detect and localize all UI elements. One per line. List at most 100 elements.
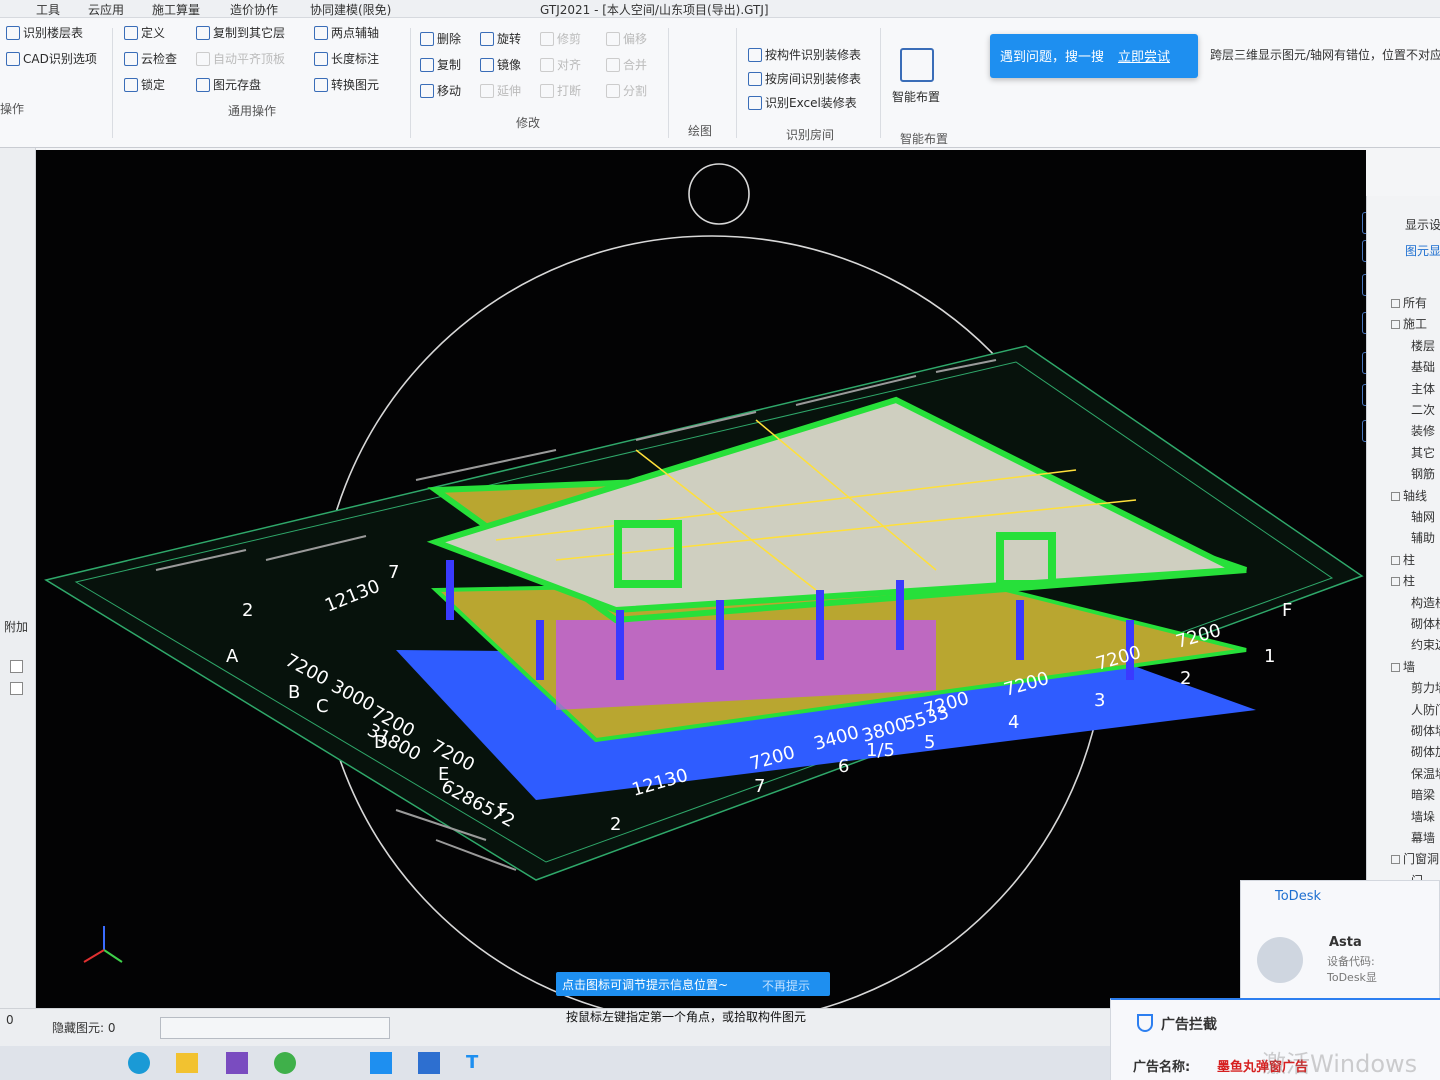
collapse-toggle-icon[interactable] xyxy=(1391,491,1400,501)
menu-bar: 工具 云应用 施工算量 造价协作 协同建模(限免) GTJ2021 - [本人空… xyxy=(0,0,1440,18)
menu-construction[interactable]: 施工算量 xyxy=(152,1,200,18)
tree-item[interactable]: 暗梁 xyxy=(1411,786,1435,803)
two-point-axis-button[interactable]: 两点辅轴 xyxy=(314,24,379,41)
tree-item[interactable]: 幕墙 xyxy=(1411,829,1435,846)
tree-group[interactable]: 门窗洞 xyxy=(1391,850,1439,867)
ai-try-now-button[interactable]: 立即尝试 xyxy=(1118,46,1170,65)
recognize-by-component-button[interactable]: 按构件识别装修表 xyxy=(748,46,861,63)
extend-button[interactable]: 延伸 xyxy=(480,82,521,99)
tree-item[interactable]: 砌体墙 xyxy=(1411,722,1440,739)
snap-toolbar[interactable] xyxy=(160,1017,390,1039)
axis-number-label: 3 xyxy=(1094,690,1105,711)
3d-viewport[interactable]: 12130 7200 3000 7200 31800 7200 6286572 12130 72… xyxy=(36,150,1366,1008)
t-app-icon[interactable]: T xyxy=(466,1052,488,1074)
tree-label: 轴网 xyxy=(1411,510,1436,524)
collapse-toggle-icon[interactable] xyxy=(1391,320,1400,330)
divider xyxy=(880,28,881,138)
copy-layer-icon xyxy=(196,25,210,40)
group-label-draw: 绘图 xyxy=(688,124,713,138)
tree-item[interactable]: 构造柱 xyxy=(1411,594,1440,611)
align-button[interactable]: 对齐 xyxy=(540,56,581,73)
lock-button[interactable]: 锁定 xyxy=(124,76,165,93)
group-label-smart: 智能布置 xyxy=(900,132,949,146)
visual-studio-icon[interactable] xyxy=(226,1052,248,1074)
auto-align-top-button[interactable]: 自动平齐顶板 xyxy=(196,50,285,67)
convert-element-button[interactable]: 转换图元 xyxy=(314,76,379,93)
tree-item[interactable]: 二次 xyxy=(1411,401,1435,418)
split-button[interactable]: 分割 xyxy=(606,82,647,99)
tip-dismiss-button[interactable]: 不再提示 xyxy=(762,977,810,994)
cloud-check-button[interactable]: 云检查 xyxy=(124,50,177,67)
tree-group[interactable]: 轴线 xyxy=(1391,487,1427,504)
mirror-button[interactable]: 镜像 xyxy=(480,56,521,73)
recognize-by-room-button[interactable]: 按房间识别装修表 xyxy=(748,70,861,87)
delete-button[interactable]: 删除 xyxy=(420,30,461,47)
collapse-toggle-icon[interactable] xyxy=(1391,662,1400,672)
tree-group[interactable]: 墙 xyxy=(1391,658,1415,675)
avatar xyxy=(1257,937,1303,983)
divider xyxy=(112,28,113,138)
menu-cost-collab[interactable]: 造价协作 xyxy=(230,1,278,18)
todesk-taskbar-icon[interactable] xyxy=(370,1052,392,1074)
recognize-floor-table-button[interactable]: 识别楼层表 xyxy=(6,24,83,41)
offset-button[interactable]: 偏移 xyxy=(606,30,647,47)
element-display-tab[interactable]: 图元显示 xyxy=(1405,242,1440,259)
tree-group[interactable]: 柱 xyxy=(1391,572,1415,589)
recognize-excel-button[interactable]: 识别Excel装修表 xyxy=(748,94,857,111)
move-button[interactable]: 移动 xyxy=(420,82,461,99)
axis-number-label: 7 xyxy=(754,776,765,797)
tree-item[interactable]: 砌体柱 xyxy=(1411,615,1440,632)
element-save-button[interactable]: 图元存盘 xyxy=(196,76,261,93)
copy-to-layer-button[interactable]: 复制到其它层 xyxy=(196,24,285,41)
menu-collab-model[interactable]: 协同建模(限免) xyxy=(310,1,391,18)
tree-group[interactable]: 所有 xyxy=(1391,294,1427,311)
break-button[interactable]: 打断 xyxy=(540,82,581,99)
checkbox[interactable] xyxy=(10,660,23,673)
collapse-toggle-icon[interactable] xyxy=(1391,555,1400,565)
activate-windows-watermark: 激活Windows xyxy=(1262,1050,1418,1078)
tree-item[interactable]: 其它 xyxy=(1411,444,1435,461)
tree-item[interactable]: 约束边 xyxy=(1411,636,1440,653)
rotate-button[interactable]: 旋转 xyxy=(480,30,521,47)
cad-options-button[interactable]: CAD识别选项 xyxy=(6,50,97,67)
tree-item[interactable]: 楼层 xyxy=(1411,337,1435,354)
tree-item[interactable]: 主体 xyxy=(1411,380,1435,397)
merge-button[interactable]: 合并 xyxy=(606,56,647,73)
checkbox[interactable] xyxy=(10,682,23,695)
tree-item[interactable]: 钢筋 xyxy=(1411,465,1435,482)
todesk-sub: ToDesk显 xyxy=(1327,971,1377,984)
excel-grid-icon xyxy=(748,95,762,110)
collapse-toggle-icon[interactable] xyxy=(1391,577,1400,587)
tree-item[interactable]: 墙垛 xyxy=(1411,808,1435,825)
file-explorer-icon[interactable] xyxy=(176,1053,198,1073)
group-label-room: 识别房间 xyxy=(786,128,835,142)
tree-item[interactable]: 砌体加筋 xyxy=(1411,743,1440,760)
collapse-toggle-icon[interactable] xyxy=(1391,299,1400,308)
length-dimension-button[interactable]: 长度标注 xyxy=(314,50,379,67)
app-green-icon[interactable] xyxy=(274,1052,296,1074)
tree-group[interactable]: 施工 xyxy=(1391,315,1427,332)
dimension-label: 1/5 xyxy=(866,740,895,761)
tree-item[interactable]: 基础 xyxy=(1411,358,1435,375)
tree-item[interactable]: 保温墙 xyxy=(1411,765,1440,782)
copy-button[interactable]: 复制 xyxy=(420,56,461,73)
tree-item[interactable]: 人防门框墙 xyxy=(1411,701,1440,718)
tree-item[interactable]: 轴网 xyxy=(1411,508,1435,525)
axis-number-label: 6 xyxy=(838,756,849,777)
save-icon xyxy=(196,77,210,92)
menu-tools[interactable]: 工具 xyxy=(36,1,60,18)
trim-button[interactable]: 修剪 xyxy=(540,30,581,47)
orbit-handle-top xyxy=(688,163,750,225)
tree-group[interactable]: 柱 xyxy=(1391,551,1415,568)
tree-item[interactable]: 装修 xyxy=(1411,422,1435,439)
tree-item[interactable]: 辅助 xyxy=(1411,529,1435,546)
tree-label: 主体 xyxy=(1411,381,1436,396)
gtj-taskbar-icon[interactable] xyxy=(418,1052,440,1074)
smart-layout-icon[interactable] xyxy=(900,48,934,82)
collapse-toggle-icon[interactable] xyxy=(1391,855,1400,865)
edge-icon[interactable] xyxy=(128,1052,150,1074)
menu-cloud-app[interactable]: 云应用 xyxy=(88,1,124,18)
tree-item[interactable]: 剪力墙 xyxy=(1411,679,1440,696)
define-button[interactable]: 定义 xyxy=(124,24,165,41)
smart-layout-button[interactable]: 智能布置 xyxy=(892,88,940,105)
